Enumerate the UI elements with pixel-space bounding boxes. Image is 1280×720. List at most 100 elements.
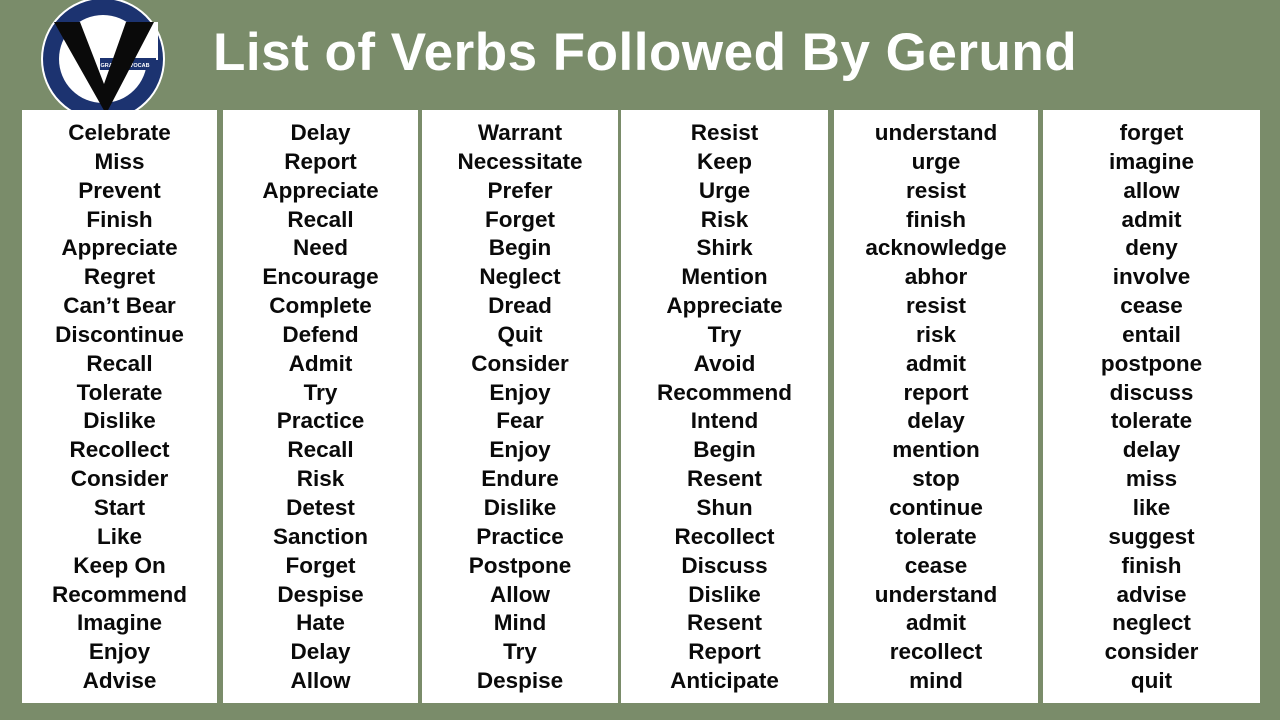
verb-item: Begin (488, 235, 552, 261)
verb-item: Postpone (468, 552, 572, 578)
verb-item: finish (906, 206, 966, 232)
verb-item: recollect (889, 639, 983, 665)
verb-item: Resist (690, 120, 759, 145)
verb-item: Consider (471, 350, 569, 376)
verb-item: Recall (86, 350, 153, 376)
verb-item: involve (1112, 264, 1191, 290)
verb-item: Complete (269, 293, 372, 319)
verb-item: Intend (690, 408, 759, 434)
verb-item: Keep On (73, 552, 166, 578)
verb-item: Recollect (69, 437, 170, 463)
verb-item: Enjoy (489, 437, 551, 463)
verb-item: admit (1121, 206, 1182, 232)
verb-item: Necessitate (457, 148, 583, 174)
verb-item: understand (874, 120, 998, 145)
verb-column-5: understand urge resist finish acknowledge abh… (834, 110, 1038, 703)
page-title: List of Verbs Followed By Gerund (213, 23, 1078, 82)
verb-item: Allow (490, 581, 550, 607)
verb-item: Despise (277, 581, 364, 607)
verb-item: Try (707, 321, 742, 347)
grammarvocab-logo-icon: GRAMMARVOCAB (41, 0, 165, 120)
verb-item: Begin (693, 437, 756, 463)
verb-item: Enjoy (88, 639, 151, 665)
verb-item: Mind (493, 610, 547, 636)
verb-item: Prefer (487, 177, 553, 203)
verb-column-1: Celebrate Miss Prevent Finish Appreciate Regr… (22, 110, 217, 703)
verb-item: Delay (290, 120, 351, 145)
verb-item: cease (1120, 293, 1183, 319)
verb-item: Neglect (479, 264, 561, 290)
verb-item: acknowledge (865, 235, 1007, 261)
verb-item: tolerate (1110, 408, 1193, 434)
verb-item: Report (284, 148, 357, 174)
verb-item: Advise (82, 668, 157, 694)
verb-item: discuss (1109, 379, 1194, 405)
verb-item: abhor (904, 264, 968, 290)
verb-item: Appreciate (666, 293, 783, 319)
verb-item: Detest (286, 494, 355, 520)
verb-item: Report (688, 639, 761, 665)
verb-item: Admit (288, 350, 353, 376)
verb-item: Prevent (78, 177, 161, 203)
verb-item: postpone (1100, 350, 1203, 376)
verb-item: Try (303, 379, 338, 405)
verb-item: Recommend (656, 379, 793, 405)
verb-item: neglect (1112, 610, 1191, 636)
verb-item: urge (911, 148, 961, 174)
verb-item: allow (1123, 177, 1180, 203)
verb-column-4: Resist Keep Urge Risk Shirk Mention Appreciate… (621, 110, 828, 703)
verb-item: tolerate (895, 523, 977, 549)
verb-item: resist (905, 293, 967, 319)
verb-item: Dread (488, 293, 552, 319)
verb-item: Tolerate (76, 379, 163, 405)
verb-item: admit (905, 350, 966, 376)
verb-item: Risk (700, 206, 749, 232)
verb-item: Need (292, 235, 349, 261)
verb-column-6: forget imagine allow admit deny involve cease e… (1043, 110, 1260, 703)
verb-item: Imagine (76, 610, 163, 636)
verb-item: Miss (94, 148, 145, 174)
verb-item: admit (905, 610, 966, 636)
verb-item: Practice (276, 408, 365, 434)
verb-item: resist (905, 177, 967, 203)
verb-item: Avoid (693, 350, 756, 376)
verb-item: Resent (686, 610, 763, 636)
verb-item: deny (1125, 235, 1178, 261)
verb-item: Endure (481, 466, 559, 492)
verb-item: Appreciate (61, 235, 178, 261)
verb-item: Recall (287, 437, 354, 463)
verb-item: suggest (1108, 523, 1195, 549)
verb-item: Keep (696, 148, 753, 174)
verb-item: Appreciate (262, 177, 379, 203)
verb-item: Defend (282, 321, 359, 347)
verb-item: Risk (296, 466, 345, 492)
verb-item: Celebrate (68, 120, 171, 145)
verb-item: Dislike (483, 494, 557, 520)
verb-item: Enjoy (489, 379, 551, 405)
verb-item: Regret (83, 264, 156, 290)
verb-item: Quit (497, 321, 543, 347)
verb-item: Dislike (83, 408, 156, 434)
verb-item: delay (907, 408, 965, 434)
verb-item: Despise (476, 668, 564, 694)
verb-item: Forget (485, 206, 555, 232)
verb-item: Like (96, 523, 143, 549)
verb-item: like (1132, 494, 1171, 520)
verb-item: Start (93, 494, 146, 520)
verb-item: Recall (287, 206, 354, 232)
verb-item: Dislike (688, 581, 761, 607)
verb-item: entail (1122, 321, 1181, 347)
verb-item: consider (1104, 639, 1199, 665)
verb-item: Sanction (272, 523, 368, 549)
verb-item: mind (909, 668, 963, 694)
verb-item: Consider (70, 466, 169, 492)
verb-item: Discontinue (55, 321, 184, 347)
verb-item: Shun (696, 494, 753, 520)
verb-item: Try (503, 639, 537, 665)
verb-item: quit (1130, 668, 1173, 694)
verb-item: report (903, 379, 969, 405)
verb-item: Delay (290, 639, 351, 665)
verb-item: miss (1125, 466, 1178, 492)
verb-item: Recommend (51, 581, 188, 607)
verb-item: Warrant (477, 120, 563, 145)
